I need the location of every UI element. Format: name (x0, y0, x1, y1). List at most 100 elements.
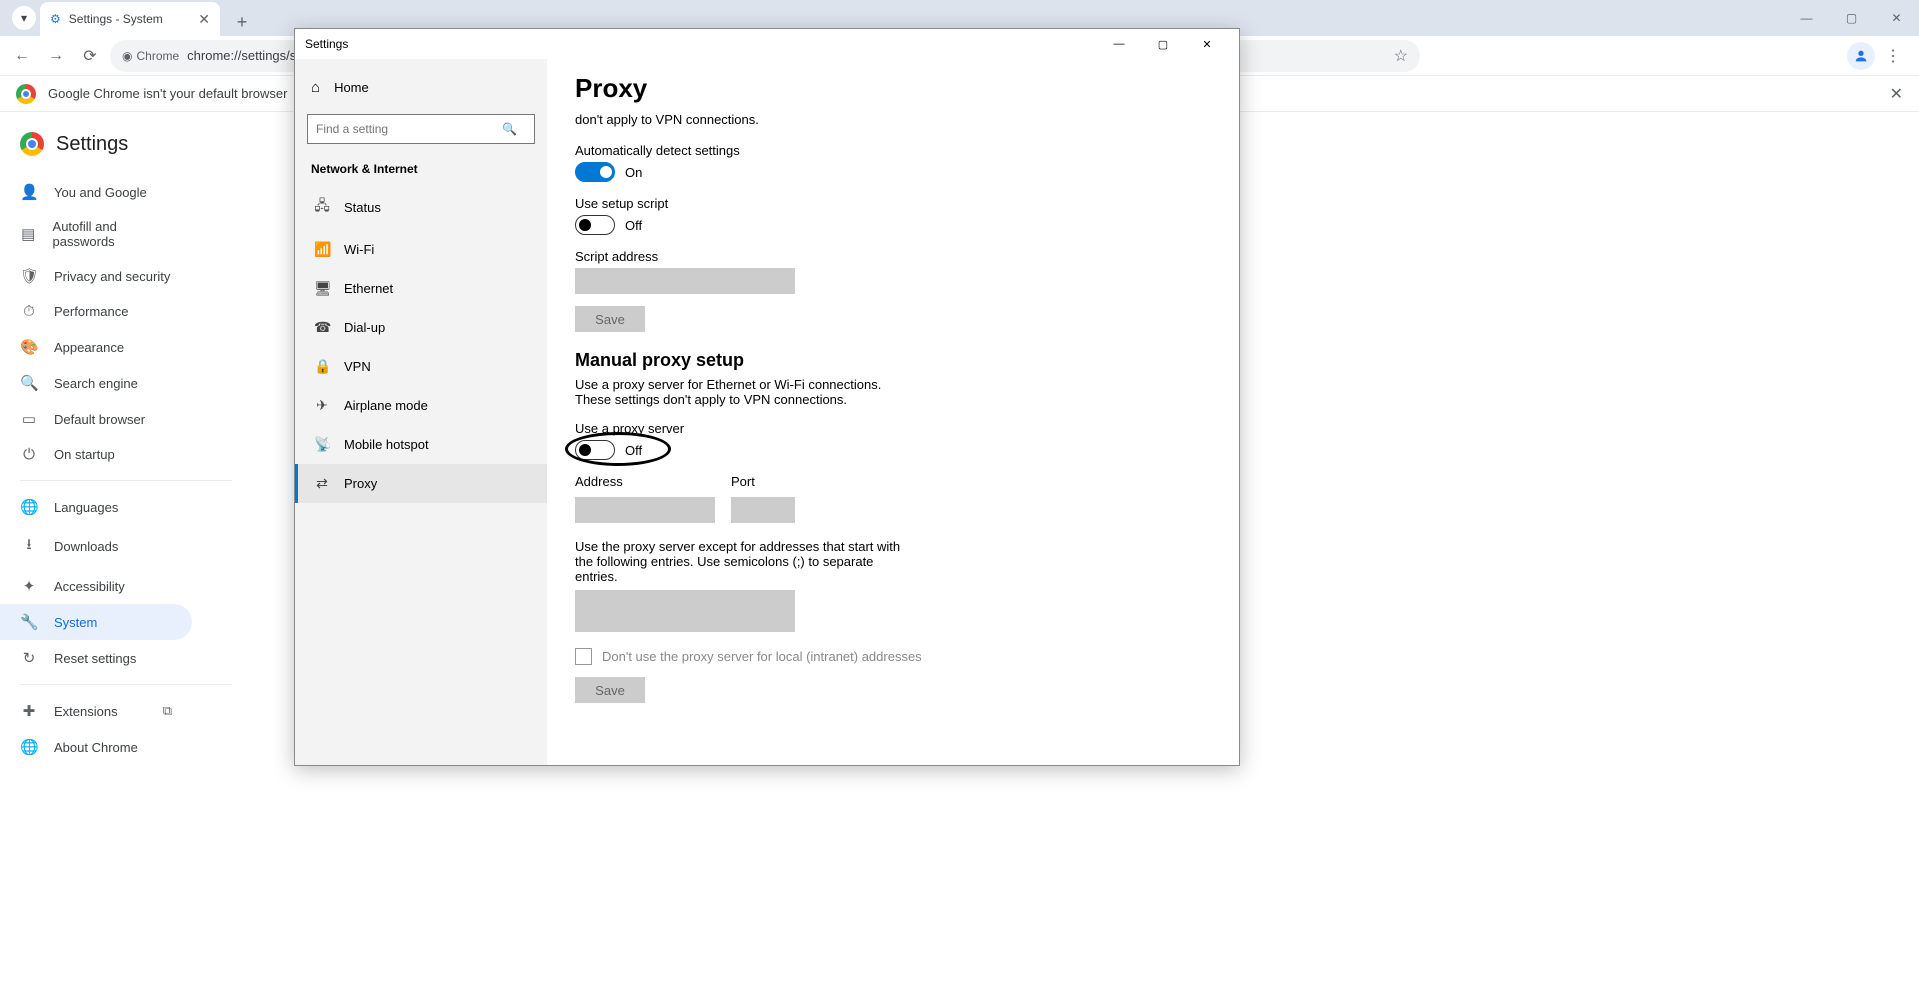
setup-script-toggle-row: Off (575, 215, 1211, 235)
window-controls: — ▢ ✕ (1784, 0, 1919, 36)
maximize-button[interactable]: ▢ (1829, 0, 1874, 36)
sidebar-item-status[interactable]: 🖧 Status (295, 184, 547, 230)
address-input (575, 497, 715, 523)
wifi-icon: 📶 (314, 241, 330, 258)
sidebar-item-label: Status (344, 200, 381, 215)
nav-divider (20, 480, 232, 481)
sidebar-item-label: VPN (344, 359, 371, 374)
local-bypass-label: Don't use the proxy server for local (in… (602, 649, 922, 664)
forward-button[interactable]: → (42, 42, 70, 70)
dialog-window-controls: — ▢ ✕ (1097, 29, 1229, 59)
chrome-chip-label: Chrome (136, 49, 179, 63)
nav-languages[interactable]: 🌐Languages (0, 489, 192, 525)
tab-search-button[interactable]: ▾ (12, 6, 36, 30)
dialog-maximize-button[interactable]: ▢ (1141, 29, 1185, 59)
chrome-settings-title-row: Settings (0, 120, 260, 168)
nav-divider (20, 684, 232, 685)
gear-icon: ⚙ (50, 12, 61, 26)
minimize-button[interactable]: — (1784, 0, 1829, 36)
nav-appearance[interactable]: 🎨 Appearance (0, 329, 192, 365)
except-description: Use the proxy server except for addresse… (575, 539, 915, 584)
nav-on-startup[interactable]: ⏻On startup (0, 437, 192, 472)
use-proxy-toggle[interactable] (575, 440, 615, 460)
exceptions-input (575, 590, 795, 632)
back-button[interactable]: ← (8, 42, 36, 70)
sidebar-item-dialup[interactable]: ☎Dial-up (295, 308, 547, 347)
settings-sidebar: ⌂ Home 🔍 Network & Internet 🖧Status 📶Wi-… (295, 59, 547, 765)
auto-detect-label: Automatically detect settings (575, 143, 1211, 158)
home-label: Home (334, 80, 369, 95)
nav-extensions[interactable]: ✚Extensions⧉ (0, 693, 192, 729)
settings-content: Proxy don't apply to VPN connections. Au… (547, 59, 1239, 765)
dialog-minimize-button[interactable]: — (1097, 29, 1141, 59)
dialog-close-button[interactable]: ✕ (1185, 29, 1229, 59)
local-bypass-row: Don't use the proxy server for local (in… (575, 648, 1211, 665)
sidebar-home[interactable]: ⌂ Home (295, 69, 547, 106)
palette-icon: 🎨 (20, 338, 38, 356)
nav-autofill[interactable]: ▤Autofill and passwords (0, 210, 192, 258)
infobar-text: Google Chrome isn't your default browser (48, 86, 287, 101)
airplane-icon: ✈ (314, 397, 330, 414)
dialog-body: ⌂ Home 🔍 Network & Internet 🖧Status 📶Wi-… (295, 59, 1239, 765)
sidebar-item-vpn[interactable]: 🔒VPN (295, 347, 547, 386)
auto-detect-toggle[interactable] (575, 162, 615, 182)
chrome-logo-icon (20, 132, 44, 156)
sidebar-item-airplane[interactable]: ✈Airplane mode (295, 386, 547, 425)
nav-label: Languages (54, 500, 118, 515)
port-label: Port (731, 474, 795, 489)
sidebar-item-label: Wi-Fi (344, 242, 374, 257)
power-icon: ⏻ (20, 446, 38, 463)
close-window-button[interactable]: ✕ (1874, 0, 1919, 36)
chrome-menu-button[interactable]: ⋮ (1885, 46, 1901, 66)
sidebar-item-ethernet[interactable]: 🖥Ethernet (295, 269, 547, 308)
chrome-chip-icon: ◉ (122, 49, 132, 63)
infobar-close-icon[interactable]: ✕ (1890, 84, 1903, 104)
status-icon: 🖧 (314, 195, 330, 219)
browser-icon: ▭ (20, 410, 38, 428)
sidebar-item-label: Dial-up (344, 320, 385, 335)
sidebar-item-proxy[interactable]: ⇄Proxy (295, 464, 547, 503)
sidebar-item-wifi[interactable]: 📶 Wi-Fi (295, 230, 547, 269)
nav-performance[interactable]: ⏱Performance (0, 294, 192, 329)
person-icon: 👤 (20, 183, 38, 201)
nav-privacy[interactable]: 🛡Privacy and security (0, 258, 192, 294)
new-tab-button[interactable]: + (228, 8, 256, 36)
dialog-titlebar[interactable]: Settings — ▢ ✕ (295, 29, 1239, 59)
sidebar-item-hotspot[interactable]: 📡Mobile hotspot (295, 425, 547, 464)
toggle-knob (600, 166, 612, 178)
reload-button[interactable]: ⟳ (76, 42, 104, 70)
bookmark-star-icon[interactable]: ☆ (1394, 46, 1408, 66)
nav-label: Appearance (54, 340, 124, 355)
manual-proxy-heading: Manual proxy setup (575, 350, 1211, 371)
search-input[interactable] (307, 114, 535, 144)
setup-script-state: Off (625, 218, 642, 233)
nav-accessibility[interactable]: ✦Accessibility (0, 568, 192, 604)
nav-system[interactable]: 🔧System (0, 604, 192, 640)
nav-about-chrome[interactable]: 🌐About Chrome (0, 729, 192, 765)
setup-script-toggle[interactable] (575, 215, 615, 235)
nav-label: Autofill and passwords (53, 219, 172, 249)
close-tab-icon[interactable]: ✕ (198, 11, 210, 28)
nav-you-and-google[interactable]: 👤 You and Google (0, 174, 192, 210)
chrome-origin-chip: ◉ Chrome (122, 49, 179, 63)
nav-default-browser[interactable]: ▭Default browser (0, 401, 192, 437)
browser-tab[interactable]: ⚙ Settings - System ✕ (40, 2, 220, 36)
profile-button[interactable] (1847, 42, 1875, 70)
nav-label: Extensions (54, 704, 118, 719)
auto-detect-state: On (625, 165, 642, 180)
nav-search-engine[interactable]: 🔍Search engine (0, 365, 192, 401)
chrome-logo-icon (16, 84, 36, 104)
use-proxy-label: Use a proxy server (575, 421, 1211, 436)
chrome-settings-title: Settings (56, 133, 128, 156)
nav-downloads[interactable]: ⭳Downloads (0, 525, 192, 568)
sidebar-section-label: Network & Internet (295, 158, 547, 184)
nav-label: About Chrome (54, 740, 138, 755)
page-title: Proxy (575, 73, 1211, 104)
search-icon: 🔍 (20, 374, 38, 392)
manual-proxy-description: Use a proxy server for Ethernet or Wi-Fi… (575, 377, 915, 407)
save-proxy-button: Save (575, 677, 645, 703)
save-script-button: Save (575, 306, 645, 332)
nav-reset[interactable]: ↻Reset settings (0, 640, 192, 676)
nav-label: You and Google (54, 185, 147, 200)
truncated-description: don't apply to VPN connections. (575, 112, 1211, 127)
